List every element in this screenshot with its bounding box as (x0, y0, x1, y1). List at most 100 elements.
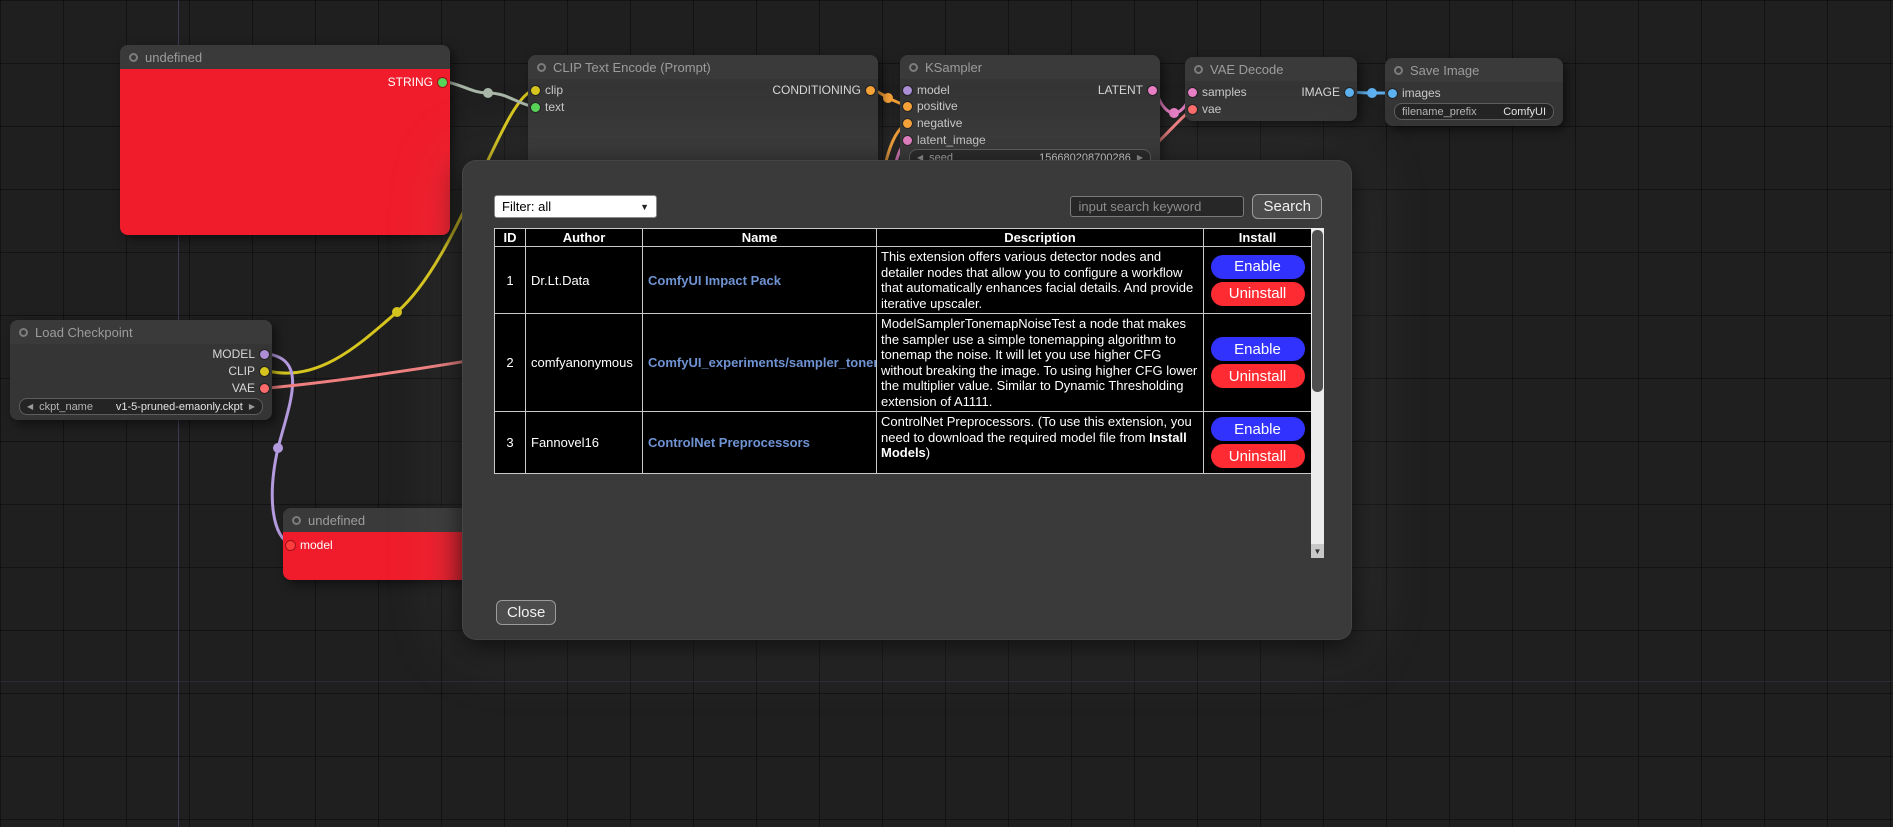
node-header[interactable]: undefined (120, 45, 450, 69)
search-button[interactable]: Search (1252, 194, 1322, 219)
uninstall-button[interactable]: Uninstall (1211, 444, 1305, 468)
table-row: 1 Dr.Lt.Data ComfyUI Impact Pack This ex… (495, 247, 1312, 314)
table-row: 2 comfyanonymous ComfyUI_experiments/sam… (495, 314, 1312, 412)
node-body: MODEL CLIP VAE ◀ ckpt_name v1-5-pruned-e… (10, 344, 272, 420)
text-input-slot[interactable] (531, 103, 540, 112)
output-slot-label: MODEL (212, 347, 255, 361)
header-name: Name (643, 229, 877, 247)
extension-name-link[interactable]: ControlNet Preprocessors (648, 435, 810, 450)
collapse-dot-icon[interactable] (129, 53, 138, 62)
node-vae-decode[interactable]: VAE Decode samples vae IMAGE (1185, 57, 1357, 121)
collapse-dot-icon[interactable] (1194, 65, 1203, 74)
string-output-slot[interactable] (438, 78, 447, 87)
extensions-table: ID Author Name Description Install 1 Dr.… (494, 228, 1312, 474)
filter-dropdown-value: Filter: all (502, 199, 551, 214)
collapse-dot-icon[interactable] (909, 63, 918, 72)
input-slot-label: negative (917, 116, 962, 130)
close-button[interactable]: Close (496, 600, 556, 625)
vae-input-slot[interactable] (1188, 105, 1197, 114)
table-row: 3 Fannovel16 ControlNet Preprocessors Co… (495, 412, 1312, 474)
enable-button[interactable]: Enable (1211, 255, 1305, 279)
node-load-checkpoint[interactable]: Load Checkpoint MODEL CLIP VAE ◀ ckpt_na… (10, 320, 272, 420)
header-install: Install (1204, 229, 1312, 247)
scroll-down-arrow-icon[interactable]: ▼ (1311, 544, 1324, 558)
wire-reroute-dot (1367, 88, 1377, 98)
input-slot-label: positive (917, 99, 958, 113)
comfyui-canvas[interactable]: undefined STRING CLIP Text Encode (Promp… (0, 0, 1893, 827)
positive-input-slot[interactable] (903, 102, 912, 111)
input-slot-label: clip (545, 83, 563, 97)
node-header[interactable]: Load Checkpoint (10, 320, 272, 344)
image-output-slot[interactable] (1345, 88, 1354, 97)
uninstall-button[interactable]: Uninstall (1211, 282, 1305, 306)
cell-author: Fannovel16 (526, 412, 643, 474)
enable-button[interactable]: Enable (1211, 417, 1305, 441)
model-output-slot[interactable] (260, 350, 269, 359)
node-body: STRING (120, 69, 450, 235)
node-body: images filename_prefix ComfyUI (1385, 82, 1563, 126)
wire-reroute-dot (1169, 108, 1179, 118)
collapse-dot-icon[interactable] (1394, 66, 1403, 75)
latent-image-input-slot[interactable] (903, 136, 912, 145)
output-slot-label: VAE (232, 381, 255, 395)
latent-output-slot[interactable] (1148, 86, 1157, 95)
node-header[interactable]: VAE Decode (1185, 57, 1357, 81)
vae-output-slot[interactable] (260, 384, 269, 393)
model-input-slot[interactable] (903, 86, 912, 95)
clip-output-slot[interactable] (260, 367, 269, 376)
node-title: Load Checkpoint (35, 325, 133, 340)
cell-id: 3 (495, 412, 526, 474)
node-save-image[interactable]: Save Image images filename_prefix ComfyU… (1385, 58, 1563, 126)
enable-button[interactable]: Enable (1211, 337, 1305, 361)
input-slot-label: text (545, 100, 564, 114)
cell-description: This extension offers various detector n… (877, 247, 1204, 314)
node-header[interactable]: undefined (283, 508, 469, 532)
ckpt-prev-arrow-icon[interactable]: ◀ (27, 402, 33, 411)
cell-install: Enable Uninstall (1204, 412, 1312, 474)
input-slot-label: model (917, 83, 950, 97)
header-author: Author (526, 229, 643, 247)
clip-input-slot[interactable] (531, 86, 540, 95)
node-header[interactable]: CLIP Text Encode (Prompt) (528, 55, 878, 79)
node-undefined-model[interactable]: undefined model (283, 508, 469, 580)
extension-name-link[interactable]: ComfyUI_experiments/sampler_tonemap (648, 355, 877, 370)
node-header[interactable]: Save Image (1385, 58, 1563, 82)
ckpt-next-arrow-icon[interactable]: ▶ (249, 402, 255, 411)
uninstall-button[interactable]: Uninstall (1211, 364, 1305, 388)
node-header[interactable]: KSampler (900, 55, 1160, 79)
node-undefined-string[interactable]: undefined STRING (120, 45, 450, 235)
output-slot-label: STRING (388, 75, 433, 89)
wire-reroute-dot (483, 88, 493, 98)
extension-name-link[interactable]: ComfyUI Impact Pack (648, 273, 781, 288)
table-scrollbar[interactable]: ▼ (1311, 228, 1324, 558)
description-text: ) (926, 445, 930, 460)
conditioning-output-slot[interactable] (866, 86, 875, 95)
collapse-dot-icon[interactable] (292, 516, 301, 525)
negative-input-slot[interactable] (903, 119, 912, 128)
cell-author: comfyanonymous (526, 314, 643, 412)
wire-reroute-dot (883, 93, 893, 103)
cell-install: Enable Uninstall (1204, 247, 1312, 314)
output-slot-label: CLIP (228, 364, 255, 378)
node-body: model (283, 532, 469, 580)
model-input-slot[interactable] (286, 541, 295, 550)
cell-id: 2 (495, 314, 526, 412)
images-input-slot[interactable] (1388, 89, 1397, 98)
input-slot-label: model (300, 538, 333, 552)
node-title: undefined (145, 50, 202, 65)
table-header-row: ID Author Name Description Install (495, 229, 1312, 247)
samples-input-slot[interactable] (1188, 88, 1197, 97)
cell-description: ModelSamplerTonemapNoiseTest a node that… (877, 314, 1204, 412)
output-slot-label: CONDITIONING (772, 83, 861, 97)
node-title: KSampler (925, 60, 982, 75)
search-input[interactable] (1070, 196, 1244, 217)
scrollbar-thumb[interactable] (1312, 230, 1323, 392)
filename-prefix-widget[interactable]: filename_prefix ComfyUI (1394, 103, 1554, 120)
ckpt-name-widget[interactable]: ◀ ckpt_name v1-5-pruned-emaonly.ckpt ▶ (19, 398, 263, 415)
filter-dropdown[interactable]: Filter: all ▼ (494, 195, 657, 218)
input-slot-label: images (1402, 86, 1441, 100)
collapse-dot-icon[interactable] (19, 328, 28, 337)
node-body: samples vae IMAGE (1185, 81, 1357, 121)
header-description: Description (877, 229, 1204, 247)
collapse-dot-icon[interactable] (537, 63, 546, 72)
